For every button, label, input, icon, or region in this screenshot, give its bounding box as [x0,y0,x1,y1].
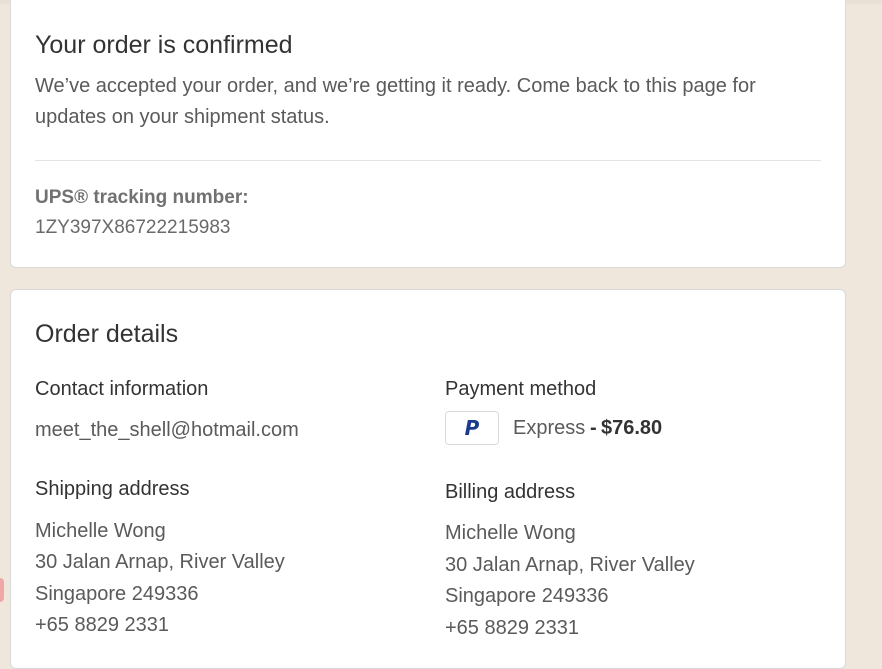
billing-city: Singapore 249336 [445,585,609,607]
shipping-phone: +65 8829 2331 [35,614,170,636]
billing-street: 30 Jalan Arnap, River Valley [445,554,695,576]
tracking-label: UPS® tracking number: [35,187,249,208]
billing-name: Michelle Wong [445,522,576,544]
billing-phone: +65 8829 2331 [445,617,580,639]
confirmation-title: Your order is confirmed [35,31,293,59]
contact-information-heading: Contact information [35,378,209,400]
edge-indicator [0,578,4,602]
order-confirmation-card: Your order is confirmed We’ve accepted y… [10,0,846,268]
shipping-address-heading: Shipping address [35,478,190,500]
payment-method-heading: Payment method [445,378,597,400]
shipping-name: Michelle Wong [35,520,166,542]
order-details-title: Order details [35,320,179,348]
paypal-icon: P [445,411,499,445]
divider [35,160,821,161]
shipping-street: 30 Jalan Arnap, River Valley [35,551,285,573]
tracking-number[interactable]: 1ZY397X86722215983 [35,217,230,239]
billing-address-heading: Billing address [445,481,576,503]
order-details-card: Order details Contact information meet_t… [10,289,846,669]
payment-amount: $76.80 [601,417,663,439]
confirmation-description: We’ve accepted your order, and we’re get… [35,75,756,128]
shipping-city: Singapore 249336 [35,583,199,605]
payment-method-name: Express [513,417,586,439]
payment-separator: - [590,417,597,439]
contact-email: meet_the_shell@hotmail.com [35,419,299,441]
